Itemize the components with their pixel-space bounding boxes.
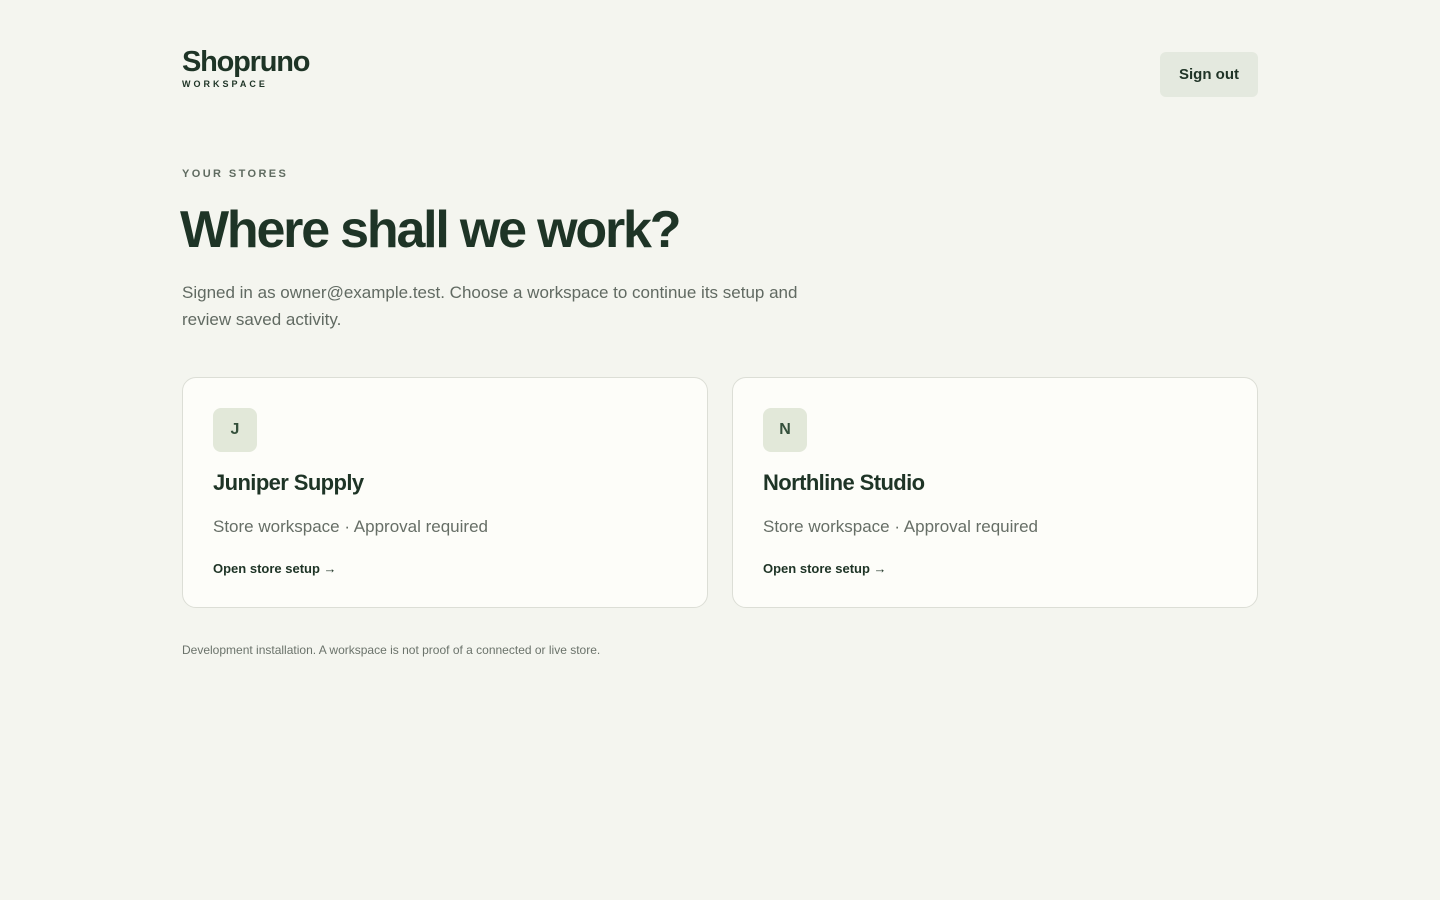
section-eyebrow: YOUR STORES	[182, 168, 289, 180]
store-card-list: J Juniper Supply Store workspace · Appro…	[182, 377, 1258, 608]
store-meta: Store workspace · Approval required	[213, 517, 488, 536]
store-card-juniper-supply[interactable]: J Juniper Supply Store workspace · Appro…	[182, 377, 708, 608]
store-name: Northline Studio	[763, 470, 925, 495]
brand-logo: Shopruno WORKSPACE	[182, 44, 311, 89]
store-name: Juniper Supply	[213, 470, 364, 495]
store-card-northline-studio[interactable]: N Northline Studio Store workspace · App…	[732, 377, 1258, 608]
brand-name: Shopruno	[182, 46, 311, 78]
open-store-setup-link[interactable]: Open store setup →	[763, 561, 887, 576]
store-picker-page: Shopruno WORKSPACE Sign out YOUR STORES …	[0, 0, 1440, 900]
sign-out-button[interactable]: Sign out	[1160, 52, 1258, 97]
brand-subtitle: WORKSPACE	[182, 79, 268, 89]
store-meta: Store workspace · Approval required	[763, 517, 1038, 536]
page-header: Shopruno WORKSPACE Sign out	[182, 44, 1258, 100]
footer-note: Development installation. A workspace is…	[182, 643, 601, 657]
open-store-setup-link[interactable]: Open store setup →	[213, 561, 337, 576]
page-title: Where shall we work?	[180, 201, 681, 259]
store-avatar: J	[213, 408, 257, 452]
intro-text: Signed in as owner@example.test. Choose …	[182, 283, 798, 329]
store-avatar: N	[763, 408, 807, 452]
